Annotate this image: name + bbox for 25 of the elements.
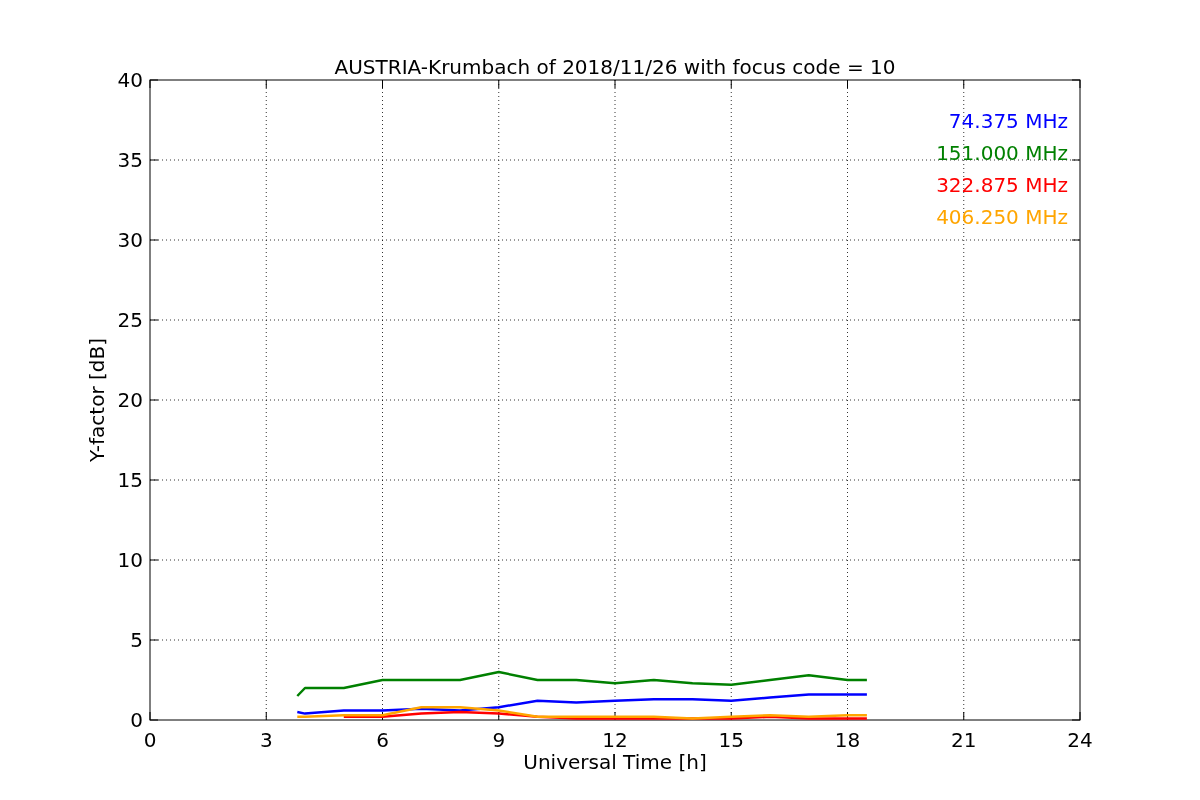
axis-tick-label: 15	[117, 468, 143, 492]
axis-label: Universal Time [h]	[523, 750, 707, 774]
axis-tick-label: 6	[376, 728, 389, 752]
axis-tick-label: 25	[117, 308, 143, 332]
axis-tick-label: 0	[130, 708, 143, 732]
axis-tick-label: 20	[117, 388, 143, 412]
axis-tick-label: 12	[602, 728, 628, 752]
axis-tick-label: 9	[492, 728, 506, 752]
axis-tick-label: 10	[117, 548, 143, 572]
axis-tick-label: 35	[117, 148, 143, 172]
axis-tick-label: 3	[259, 728, 273, 752]
axis-tick-label: 18	[834, 728, 861, 752]
axis-tick-label: 15	[718, 728, 744, 752]
axis-label: Y-factor [dB]	[85, 338, 109, 462]
legend-label: 322.875 MHz	[936, 173, 1068, 197]
chart-title: AUSTRIA-Krumbach of 2018/11/26 with focus code = 10	[334, 55, 896, 79]
axis-tick-label: 30	[117, 228, 143, 252]
axis-tick-label: 24	[1067, 728, 1093, 752]
axis-tick-label: 40	[117, 68, 143, 92]
legend-label: 151.000 MHz	[936, 141, 1068, 165]
axis-tick-label: 0	[143, 728, 157, 752]
axis-tick-label: 21	[951, 728, 977, 752]
legend-label: 406.250 MHz	[936, 205, 1068, 229]
axis-tick-label: 5	[130, 628, 143, 652]
legend-label: 74.375 MHz	[948, 109, 1068, 133]
